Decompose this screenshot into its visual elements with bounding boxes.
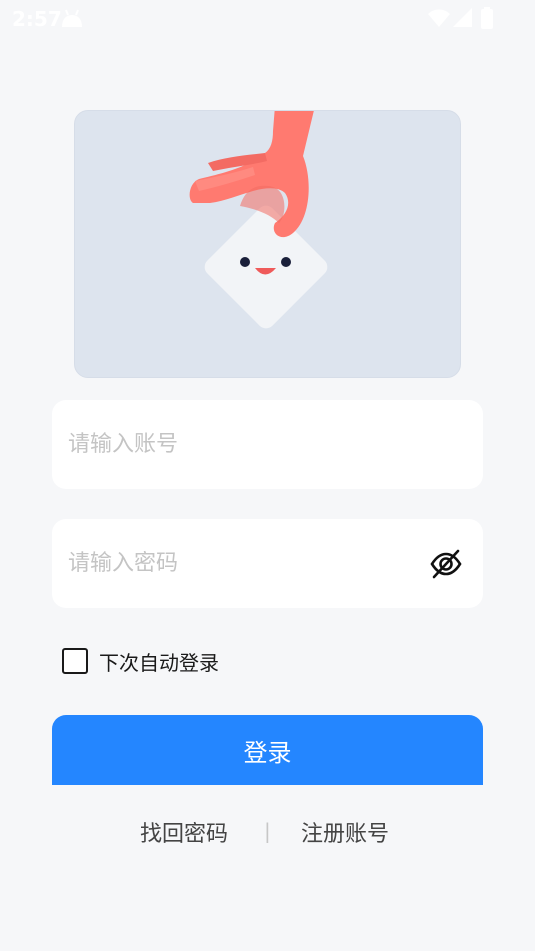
account-input[interactable] — [68, 400, 408, 489]
android-icon — [60, 7, 84, 33]
status-time: 2:57 — [12, 7, 62, 31]
links-divider: | — [264, 819, 271, 843]
auth-links: 找回密码 | 注册账号 — [0, 816, 535, 848]
status-bar: 2:57 — [0, 0, 535, 38]
register-link[interactable]: 注册账号 — [301, 816, 389, 848]
remember-login[interactable]: 下次自动登录 — [62, 647, 219, 675]
battery-icon — [481, 7, 493, 33]
login-screen: 2:57 请输入账号 下次自动登录 登录 找回密码 | 注册账号 — [0, 0, 535, 951]
signal-icon — [452, 8, 472, 32]
account-field — [52, 400, 483, 489]
remember-label: 下次自动登录 — [99, 650, 219, 675]
password-field — [52, 519, 483, 608]
password-input[interactable] — [68, 519, 408, 608]
hero-illustration — [74, 110, 461, 378]
remember-checkbox[interactable] — [62, 648, 88, 674]
login-button[interactable]: 登录 — [52, 715, 483, 785]
hand-holding-card-illustration — [189, 111, 328, 329]
wifi-icon — [428, 8, 450, 32]
forgot-password-link[interactable]: 找回密码 — [140, 816, 228, 848]
eye-off-icon[interactable] — [429, 547, 463, 581]
